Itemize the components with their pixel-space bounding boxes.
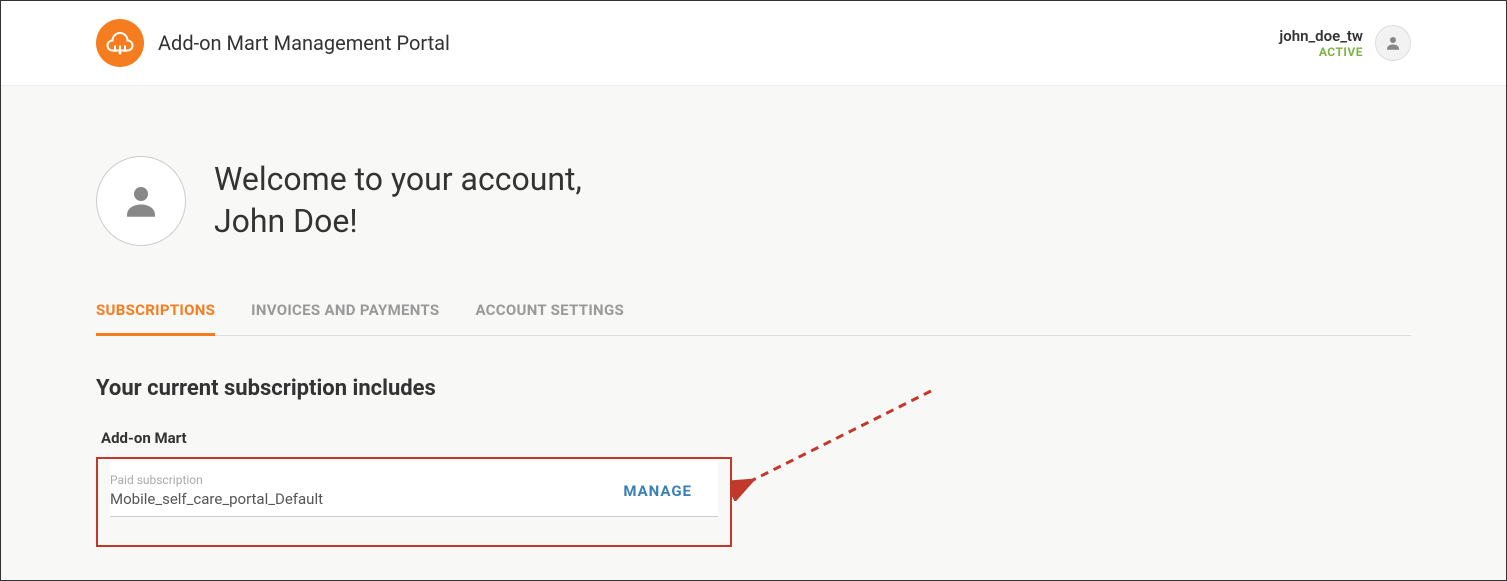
header-left: Add-on Mart Management Portal	[96, 19, 450, 67]
welcome-heading: Welcome to your account, John Doe!	[214, 159, 582, 242]
subscription-info: Paid subscription Mobile_self_care_porta…	[110, 473, 323, 508]
section-heading: Your current subscription includes	[96, 376, 1411, 401]
subscription-type-label: Paid subscription	[110, 473, 323, 487]
user-info: john_doe_tw ACTIVE	[1279, 27, 1363, 59]
person-icon	[120, 180, 162, 222]
top-header: Add-on Mart Management Portal john_doe_t…	[1, 1, 1506, 86]
tab-invoices[interactable]: INVOICES AND PAYMENTS	[251, 301, 439, 335]
tab-account-settings[interactable]: ACCOUNT SETTINGS	[475, 301, 624, 335]
annotation-highlight-box: Paid subscription Mobile_self_care_porta…	[96, 457, 732, 547]
welcome-line1: Welcome to your account,	[214, 159, 582, 201]
tab-bar: SUBSCRIPTIONS INVOICES AND PAYMENTS ACCO…	[96, 301, 1411, 336]
profile-avatar	[96, 156, 186, 246]
welcome-row: Welcome to your account, John Doe!	[96, 156, 1411, 246]
header-right: john_doe_tw ACTIVE	[1279, 25, 1411, 61]
subscription-name: Mobile_self_care_portal_Default	[110, 490, 323, 508]
portal-title: Add-on Mart Management Portal	[158, 31, 450, 55]
user-status-badge: ACTIVE	[1279, 45, 1363, 59]
manage-button[interactable]: MANAGE	[623, 482, 702, 500]
welcome-line2: John Doe!	[214, 201, 582, 243]
app-logo-icon	[96, 19, 144, 67]
username-label: john_doe_tw	[1279, 27, 1363, 45]
user-avatar-button[interactable]	[1375, 25, 1411, 61]
subscription-group-label: Add-on Mart	[101, 429, 1411, 447]
tab-subscriptions[interactable]: SUBSCRIPTIONS	[96, 301, 215, 335]
person-icon	[1384, 34, 1402, 52]
subscription-card: Paid subscription Mobile_self_care_porta…	[110, 461, 718, 517]
main-content: Welcome to your account, John Doe! SUBSC…	[1, 86, 1506, 580]
